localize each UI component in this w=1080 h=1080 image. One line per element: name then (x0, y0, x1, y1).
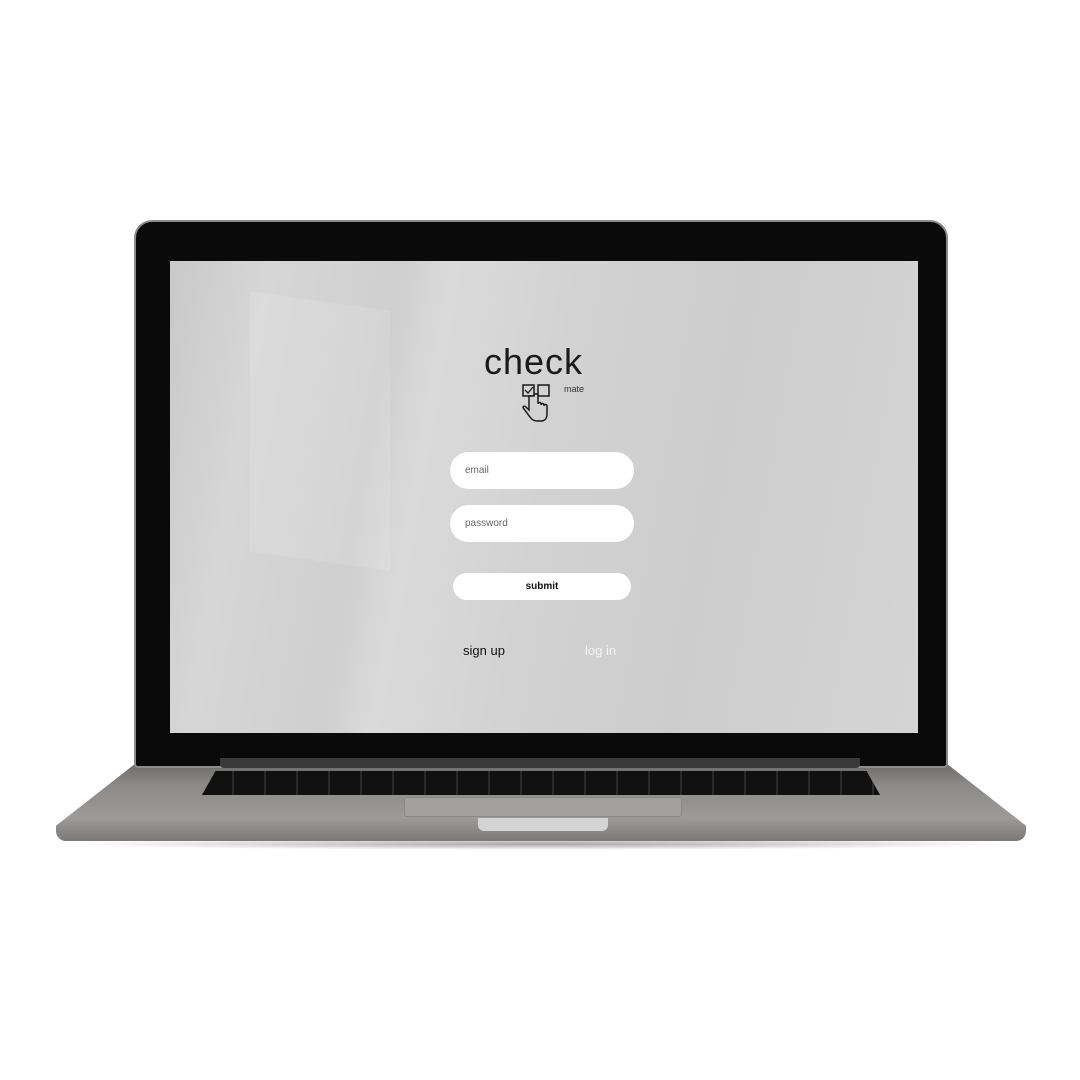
hinge (220, 758, 860, 768)
email-input[interactable] (450, 452, 634, 489)
submit-button[interactable]: submit (453, 573, 631, 600)
keyboard (202, 771, 880, 795)
lid-notch (478, 818, 608, 831)
sign-up-link[interactable]: sign up (463, 643, 505, 658)
log-in-link[interactable]: log in (585, 643, 616, 658)
password-input[interactable] (450, 505, 634, 542)
checkbox-hand-pointer-icon (522, 384, 550, 422)
trackpad (404, 797, 682, 817)
light-reflection (250, 291, 390, 571)
login-screen: check mate submit sign up log in (170, 261, 918, 733)
brand-subtitle: mate (564, 384, 585, 394)
brand-name: check (484, 341, 584, 382)
